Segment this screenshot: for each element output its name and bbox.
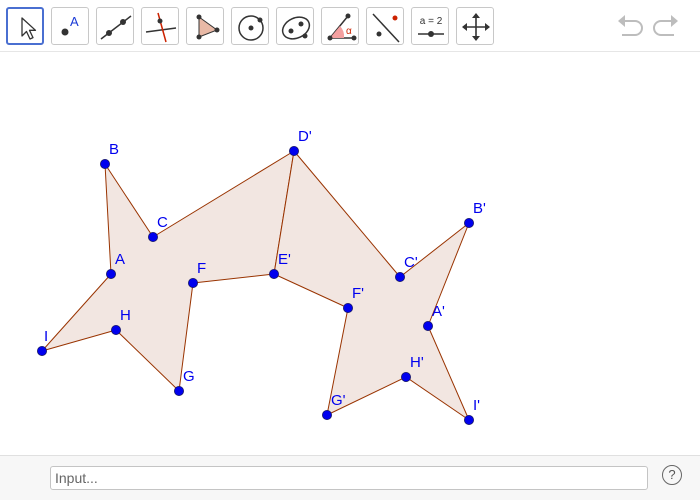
point-b-prime[interactable] [463,217,474,228]
point-i[interactable] [37,345,48,356]
point-a-prime[interactable] [422,320,433,331]
undo-button[interactable] [614,12,646,40]
point-f-prime[interactable] [342,302,353,313]
algebra-input-box[interactable] [50,466,648,490]
point-label: A' [432,303,445,320]
point-label: G [183,368,195,385]
input-bar [0,455,700,500]
polygon-icon [196,14,220,40]
point-c-prime[interactable] [394,271,405,282]
perpendicular-line-tool-button[interactable] [141,7,179,45]
undo-icon [618,15,643,36]
point-b[interactable] [100,158,111,169]
graphics-view[interactable]: B C D' A F E' H I G B' C' F' A' H' G' I' [0,53,700,455]
line-tool-button[interactable] [96,7,134,45]
angle-icon: α [327,13,357,41]
perpendicular-line-icon [145,12,177,43]
reflect-tool-button[interactable] [366,7,404,45]
point-f[interactable] [187,277,198,288]
point-label: C' [404,254,418,271]
point-label: A [115,251,125,268]
ellipse-tool-button[interactable] [276,7,314,45]
point-h-prime[interactable] [400,371,411,382]
slider-icon: a = 2 [418,16,444,37]
cursor-arrow-icon [21,17,37,40]
point-label: B' [473,200,486,217]
redo-icon [653,15,678,36]
circle-tool-button[interactable] [231,7,269,45]
point-tool-button[interactable]: A [51,7,89,45]
line-through-points-icon [100,15,132,40]
move-graphics-view-tool-button[interactable] [456,7,494,45]
point-label: D' [298,128,312,145]
point-d-prime[interactable] [288,145,299,156]
point-label: B [109,141,119,158]
point-c[interactable] [147,231,158,242]
polygon-tool-button[interactable] [186,7,224,45]
point-g[interactable] [173,385,184,396]
point-e-prime[interactable] [268,268,279,279]
help-icon[interactable]: ? [662,465,682,485]
point-label: E' [278,251,291,268]
point-label: C [157,214,168,231]
angle-tool-button[interactable]: α [321,7,359,45]
move-tool-button[interactable] [6,7,44,45]
point-label: H [120,307,131,324]
algebra-input[interactable] [51,467,647,489]
slider-tool-button[interactable]: a = 2 [411,7,449,45]
point-label: H' [410,354,424,371]
point-label: G' [331,392,346,409]
circle-icon [238,15,264,41]
ellipse-icon [281,16,311,40]
slider-tool-caption: a = 2 [420,16,443,27]
toolbar: A α a = 2 [0,0,700,52]
polygon-original[interactable] [41,150,295,392]
point-label: I [44,328,48,345]
reflect-about-line-icon [372,13,400,43]
point-g-prime[interactable] [321,409,332,420]
point-label: F [197,260,206,277]
move-arrows-icon [462,13,490,41]
point-a[interactable] [106,268,117,279]
redo-button[interactable] [650,12,682,40]
point-h[interactable] [111,324,122,335]
polygon-image[interactable] [273,150,470,421]
point-tool-letter: A [70,14,79,29]
point-i-prime[interactable] [463,414,474,425]
point-icon: A [61,14,79,36]
angle-alpha-symbol: α [346,26,352,37]
point-label: I' [473,397,480,414]
point-label: F' [352,285,364,302]
geometry-canvas: B C D' A F E' H I G B' C' F' A' H' G' I' [37,128,486,425]
